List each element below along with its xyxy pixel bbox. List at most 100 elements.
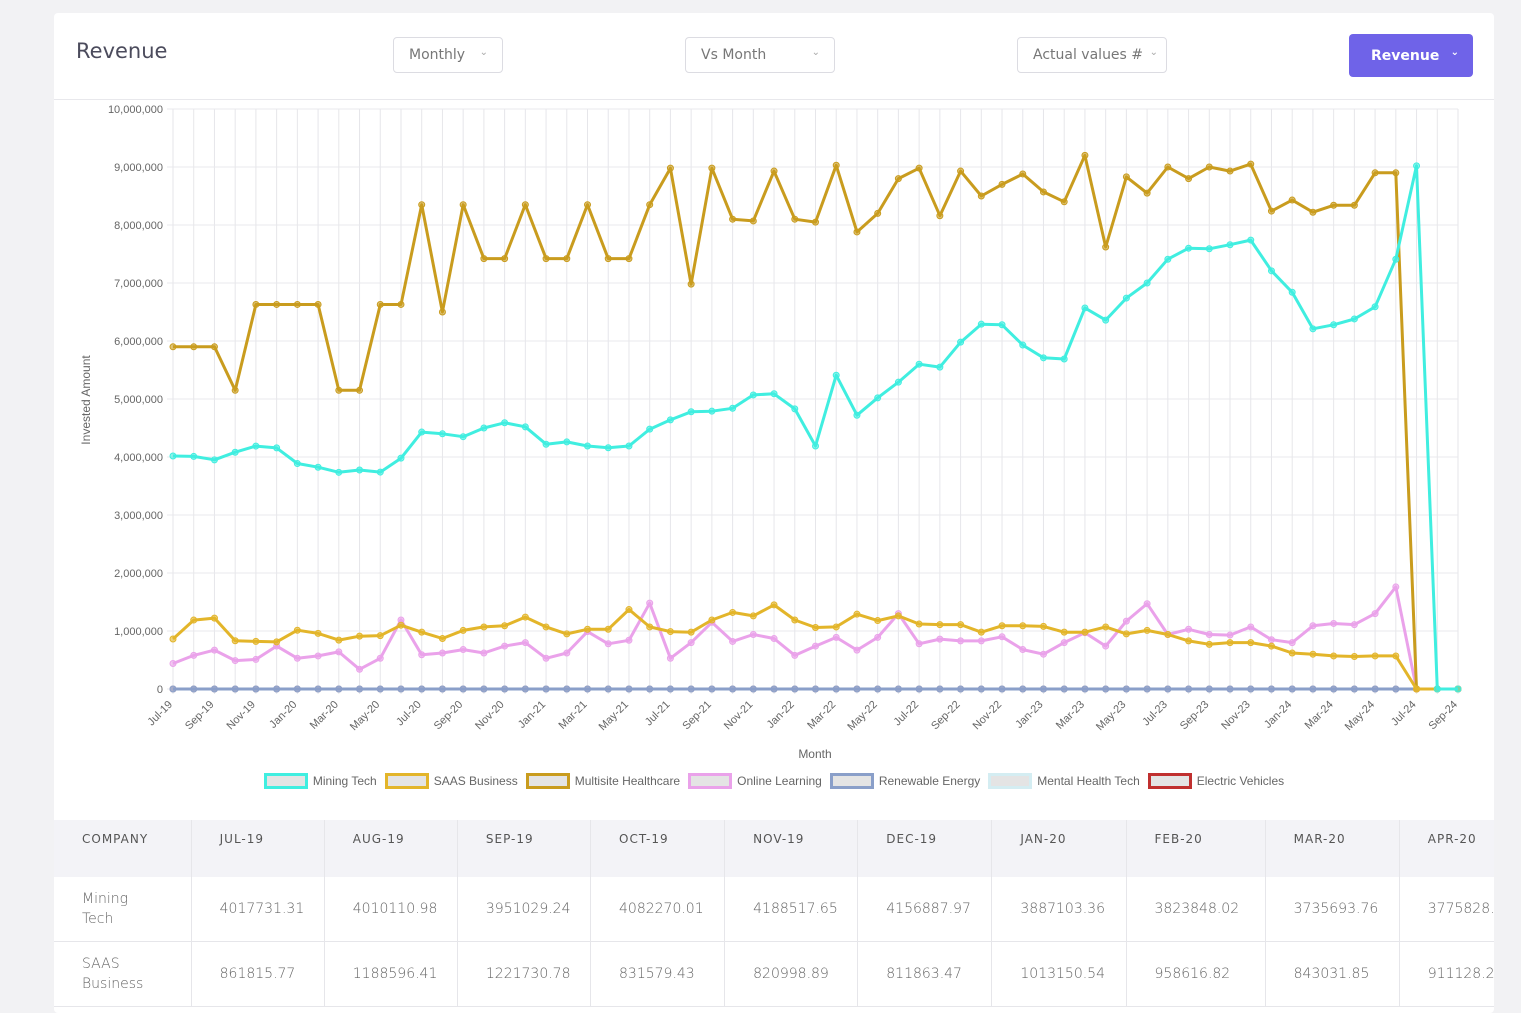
data-point-saas-business[interactable] xyxy=(480,623,488,631)
data-point-mining-tech[interactable] xyxy=(1164,255,1172,263)
data-point-renewable-energy[interactable] xyxy=(1288,685,1296,693)
data-point-multisite-healthcare[interactable] xyxy=(957,167,965,175)
data-point-mining-tech[interactable] xyxy=(1392,255,1400,263)
data-point-mining-tech[interactable] xyxy=(356,466,364,474)
column-header-month[interactable]: SEP-19 xyxy=(457,820,592,877)
data-point-multisite-healthcare[interactable] xyxy=(874,209,882,217)
data-point-multisite-healthcare[interactable] xyxy=(542,255,550,263)
data-point-online-learning[interactable] xyxy=(252,655,260,663)
data-point-multisite-healthcare[interactable] xyxy=(1205,163,1213,171)
data-point-multisite-healthcare[interactable] xyxy=(1143,189,1151,197)
data-point-multisite-healthcare[interactable] xyxy=(1392,169,1400,177)
data-point-renewable-energy[interactable] xyxy=(273,685,281,693)
data-point-saas-business[interactable] xyxy=(459,626,467,634)
legend-item-mental-health-tech[interactable]: Mental Health Tech xyxy=(988,773,1140,789)
data-point-saas-business[interactable] xyxy=(687,628,695,636)
data-point-multisite-healthcare[interactable] xyxy=(501,255,509,263)
data-point-multisite-healthcare[interactable] xyxy=(356,386,364,394)
data-point-mining-tech[interactable] xyxy=(1371,303,1379,311)
data-point-mining-tech[interactable] xyxy=(977,320,985,328)
data-point-mining-tech[interactable] xyxy=(1226,241,1234,249)
data-point-multisite-healthcare[interactable] xyxy=(977,192,985,200)
data-point-mining-tech[interactable] xyxy=(1288,288,1296,296)
data-point-mining-tech[interactable] xyxy=(293,460,301,468)
data-point-multisite-healthcare[interactable] xyxy=(666,164,674,172)
data-point-multisite-healthcare[interactable] xyxy=(1019,170,1027,178)
data-point-online-learning[interactable] xyxy=(1185,625,1193,633)
data-point-saas-business[interactable] xyxy=(210,614,218,622)
data-point-renewable-energy[interactable] xyxy=(501,685,509,693)
data-point-multisite-healthcare[interactable] xyxy=(770,167,778,175)
data-point-multisite-healthcare[interactable] xyxy=(915,164,923,172)
data-point-mining-tech[interactable] xyxy=(1454,685,1462,693)
column-header-month[interactable]: MAR-20 xyxy=(1265,820,1400,877)
column-header-month[interactable]: JUL-19 xyxy=(191,820,325,877)
data-point-mining-tech[interactable] xyxy=(397,454,405,462)
data-point-mining-tech[interactable] xyxy=(936,363,944,371)
data-point-saas-business[interactable] xyxy=(729,608,737,616)
data-point-saas-business[interactable] xyxy=(1413,685,1421,693)
data-point-renewable-energy[interactable] xyxy=(1122,685,1130,693)
data-point-renewable-energy[interactable] xyxy=(666,685,674,693)
data-point-renewable-energy[interactable] xyxy=(293,685,301,693)
data-point-multisite-healthcare[interactable] xyxy=(521,201,529,209)
data-point-saas-business[interactable] xyxy=(397,621,405,629)
data-point-renewable-energy[interactable] xyxy=(1185,685,1193,693)
data-point-multisite-healthcare[interactable] xyxy=(604,255,612,263)
data-point-renewable-energy[interactable] xyxy=(687,685,695,693)
data-point-renewable-energy[interactable] xyxy=(770,685,778,693)
data-point-renewable-energy[interactable] xyxy=(853,685,861,693)
data-point-online-learning[interactable] xyxy=(459,646,467,654)
data-point-multisite-healthcare[interactable] xyxy=(1122,173,1130,181)
data-point-renewable-energy[interactable] xyxy=(874,685,882,693)
data-point-saas-business[interactable] xyxy=(1226,639,1234,647)
data-point-multisite-healthcare[interactable] xyxy=(1060,198,1068,206)
column-header-month[interactable]: AUG-19 xyxy=(324,820,458,877)
data-point-online-learning[interactable] xyxy=(1267,636,1275,644)
data-point-online-learning[interactable] xyxy=(1143,600,1151,608)
data-point-mining-tech[interactable] xyxy=(812,442,819,450)
data-point-saas-business[interactable] xyxy=(708,616,716,624)
data-point-online-learning[interactable] xyxy=(1309,622,1317,630)
data-point-renewable-energy[interactable] xyxy=(1081,685,1089,693)
data-point-renewable-energy[interactable] xyxy=(542,685,550,693)
data-point-mining-tech[interactable] xyxy=(190,452,198,460)
data-point-online-learning[interactable] xyxy=(936,635,944,643)
data-point-multisite-healthcare[interactable] xyxy=(1247,160,1255,168)
data-point-mining-tech[interactable] xyxy=(646,425,654,433)
data-point-mining-tech[interactable] xyxy=(231,448,239,456)
data-point-renewable-energy[interactable] xyxy=(977,685,985,693)
data-point-saas-business[interactable] xyxy=(335,636,343,644)
data-point-saas-business[interactable] xyxy=(604,625,612,633)
data-point-renewable-energy[interactable] xyxy=(210,685,218,693)
data-point-saas-business[interactable] xyxy=(1392,652,1400,660)
data-point-mining-tech[interactable] xyxy=(1039,354,1047,362)
data-point-saas-business[interactable] xyxy=(1247,639,1255,647)
data-point-mining-tech[interactable] xyxy=(957,338,965,346)
data-point-saas-business[interactable] xyxy=(1060,628,1068,636)
data-point-mining-tech[interactable] xyxy=(729,404,737,412)
data-point-multisite-healthcare[interactable] xyxy=(438,308,446,316)
legend-item-mining-tech[interactable]: Mining Tech xyxy=(263,773,377,789)
data-point-mining-tech[interactable] xyxy=(708,407,716,415)
data-point-multisite-healthcare[interactable] xyxy=(314,300,322,308)
data-point-online-learning[interactable] xyxy=(1226,631,1234,639)
data-point-multisite-healthcare[interactable] xyxy=(169,343,177,351)
data-point-mining-tech[interactable] xyxy=(604,444,612,452)
data-point-saas-business[interactable] xyxy=(418,628,426,636)
data-point-renewable-energy[interactable] xyxy=(1164,685,1172,693)
data-point-mining-tech[interactable] xyxy=(915,360,923,368)
column-header-month[interactable]: FEB-20 xyxy=(1126,820,1266,877)
column-header-month[interactable]: NOV-19 xyxy=(724,820,859,877)
column-header-month[interactable]: JAN-20 xyxy=(991,820,1127,877)
data-point-mining-tech[interactable] xyxy=(791,405,799,413)
data-point-renewable-energy[interactable] xyxy=(438,685,446,693)
data-point-mining-tech[interactable] xyxy=(1185,244,1193,252)
data-point-renewable-energy[interactable] xyxy=(1019,685,1027,693)
data-point-saas-business[interactable] xyxy=(1330,652,1338,660)
data-point-multisite-healthcare[interactable] xyxy=(749,217,757,225)
data-point-renewable-energy[interactable] xyxy=(1330,685,1338,693)
data-point-saas-business[interactable] xyxy=(1309,650,1317,658)
data-point-renewable-energy[interactable] xyxy=(1371,685,1379,693)
data-point-multisite-healthcare[interactable] xyxy=(231,386,239,394)
